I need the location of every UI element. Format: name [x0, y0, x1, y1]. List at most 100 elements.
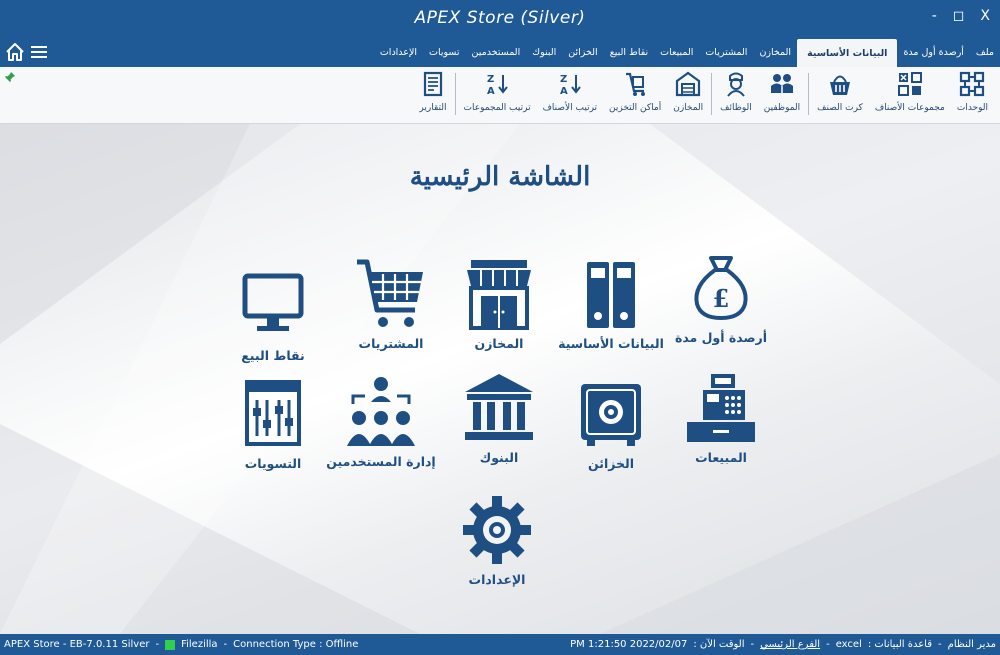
svg-text:£: £ — [713, 284, 730, 313]
home-icon[interactable] — [5, 42, 25, 62]
tab-settings[interactable]: الإعدادات — [374, 38, 423, 67]
ribbon-label: ترتيب الأصناف — [542, 103, 598, 113]
ribbon-sort-items-button[interactable]: Z A ترتيب الأصناف — [537, 71, 603, 113]
ribbon-jobs-button[interactable]: الوظائف — [714, 71, 758, 113]
tab-purchases[interactable]: المشتريات — [699, 38, 753, 67]
svg-text:Z: Z — [560, 74, 567, 85]
svg-text:A: A — [560, 86, 568, 97]
cart-icon — [357, 259, 423, 327]
ribbon-label: كرت الصنف — [817, 103, 863, 113]
cash-register-icon — [687, 374, 755, 442]
tile-label: إدارة المستخدمين — [326, 454, 436, 469]
branch-link[interactable]: الفرع الرئيسي — [760, 634, 820, 655]
tile-label: الخزائن — [588, 456, 634, 471]
tile-label: الإعدادات — [468, 572, 526, 587]
status-bar: APEX Store - EB-7.0.11 Silver - Filezill… — [0, 634, 1000, 655]
tile-purchases[interactable]: المشتريات — [336, 258, 446, 368]
tab-opening-balances[interactable]: أرصدة أول مدة — [897, 38, 969, 67]
ribbon-separator — [808, 73, 810, 115]
item-card-icon — [830, 75, 850, 95]
main-dashboard: الشاشة الرئيسية £ أرصدة أول مدة البيانات… — [0, 124, 1000, 634]
ribbon-employees-button[interactable]: الموظفين — [758, 71, 806, 113]
ribbon-label: ترتيب المجموعات — [463, 103, 531, 113]
tile-sales[interactable]: المبيعات — [666, 372, 776, 482]
connection-indicator-icon — [165, 639, 176, 650]
store-icon — [467, 260, 531, 330]
ribbon-item-groups-button[interactable]: مجموعات الأصناف — [869, 71, 951, 113]
tile-opening-balances[interactable]: £ أرصدة أول مدة — [666, 252, 776, 362]
item-groups-icon — [897, 72, 922, 96]
sort-groups-icon: Z A — [487, 74, 508, 97]
tile-label: نقاط البيع — [241, 348, 305, 363]
tile-treasuries[interactable]: الخزائن — [556, 378, 666, 488]
tab-sales[interactable]: المبيعات — [654, 38, 699, 67]
minimize-button[interactable]: - — [932, 8, 937, 24]
gear-icon — [463, 496, 531, 564]
monitor-icon — [242, 273, 304, 331]
tab-users[interactable]: المستخدمين — [466, 38, 527, 67]
tile-label: البنوك — [479, 450, 519, 465]
ribbon-sort-groups-button[interactable]: Z A ترتيب المجموعات — [458, 71, 537, 113]
tab-warehouses[interactable]: المخازن — [753, 38, 797, 67]
tab-treasuries[interactable]: الخزائن — [562, 38, 603, 67]
app-version: APEX Store - EB-7.0.11 Silver — [4, 639, 150, 650]
tile-settings[interactable]: الإعدادات — [442, 494, 552, 604]
svg-text:A: A — [487, 86, 495, 97]
tab-adjustments[interactable]: تسويات — [423, 38, 466, 67]
status-separator: - — [826, 639, 830, 650]
tab-banks[interactable]: البنوك — [526, 38, 562, 67]
page-title: الشاشة الرئيسية — [409, 162, 591, 192]
tab-pos[interactable]: نقاط البيع — [604, 38, 654, 67]
ribbon-label: أماكن التخزين — [609, 103, 662, 113]
tile-label: البيانات الأساسية — [558, 336, 664, 351]
jobs-icon — [727, 72, 745, 97]
ribbon-separator — [711, 73, 713, 115]
ribbon-separator — [454, 73, 456, 115]
tile-user-management[interactable]: إدارة المستخدمين — [326, 376, 436, 486]
ribbon-units-button[interactable]: الوحدات — [951, 71, 994, 113]
money-bag-icon: £ — [694, 256, 748, 321]
ribbon-item-card-button[interactable]: كرت الصنف — [811, 71, 869, 113]
maximize-button[interactable]: ◻ — [953, 8, 965, 24]
database-label: قاعدة البيانات : — [867, 639, 933, 650]
status-separator: - — [938, 639, 942, 650]
tile-banks[interactable]: البنوك — [444, 372, 554, 482]
ribbon-warehouses-button[interactable]: المخازن — [667, 71, 709, 113]
database-value: excel — [835, 639, 862, 650]
ribbon-label: مجموعات الأصناف — [874, 103, 945, 113]
window-controls: - ◻ X — [932, 8, 990, 24]
sort-items-icon: Z A — [560, 74, 581, 97]
tile-adjustments[interactable]: التسويات — [218, 378, 328, 488]
user-role: مدير النظام — [947, 639, 996, 650]
ribbon-storage-locations-button[interactable]: أماكن التخزين — [603, 71, 667, 113]
tile-warehouses[interactable]: المخازن — [444, 258, 554, 368]
tile-label: التسويات — [244, 456, 302, 471]
tile-label: المخازن — [474, 336, 524, 351]
hamburger-menu-icon[interactable] — [30, 43, 48, 61]
tile-pos[interactable]: نقاط البيع — [218, 270, 328, 380]
menu-bar: ملف أرصدة أول مدة البيانات الأساسية المخ… — [0, 38, 1000, 67]
warehouses-icon — [676, 71, 701, 97]
tab-file[interactable]: ملف — [970, 38, 1000, 67]
connection-type: Connection Type : Offline — [233, 639, 359, 650]
ribbon-label: الموظفين — [763, 103, 801, 113]
bank-icon — [465, 374, 533, 440]
ribbon-reports-button[interactable]: التقارير — [413, 71, 452, 113]
adjustments-icon — [245, 380, 301, 446]
title-bar: APEX Store (Silver) - ◻ X — [0, 0, 1000, 38]
status-separator: - — [155, 639, 160, 650]
ribbon-label: التقارير — [419, 103, 447, 113]
tile-basic-data[interactable]: البيانات الأساسية — [556, 258, 666, 368]
binders-icon — [587, 262, 635, 328]
pin-icon[interactable] — [4, 71, 16, 83]
reports-icon — [423, 71, 443, 97]
tab-basic-data[interactable]: البيانات الأساسية — [797, 39, 898, 67]
close-button[interactable]: X — [980, 8, 990, 24]
tile-label: أرصدة أول مدة — [674, 330, 768, 345]
units-icon — [960, 71, 985, 97]
ribbon-label: المخازن — [673, 103, 704, 113]
tile-label: المبيعات — [695, 450, 747, 465]
server-name: Filezilla — [181, 639, 218, 650]
status-separator: - — [750, 639, 755, 650]
ribbon-toolbar: الوحدات مجموعات الأصناف كرت الصنف الموظف… — [0, 67, 1000, 124]
